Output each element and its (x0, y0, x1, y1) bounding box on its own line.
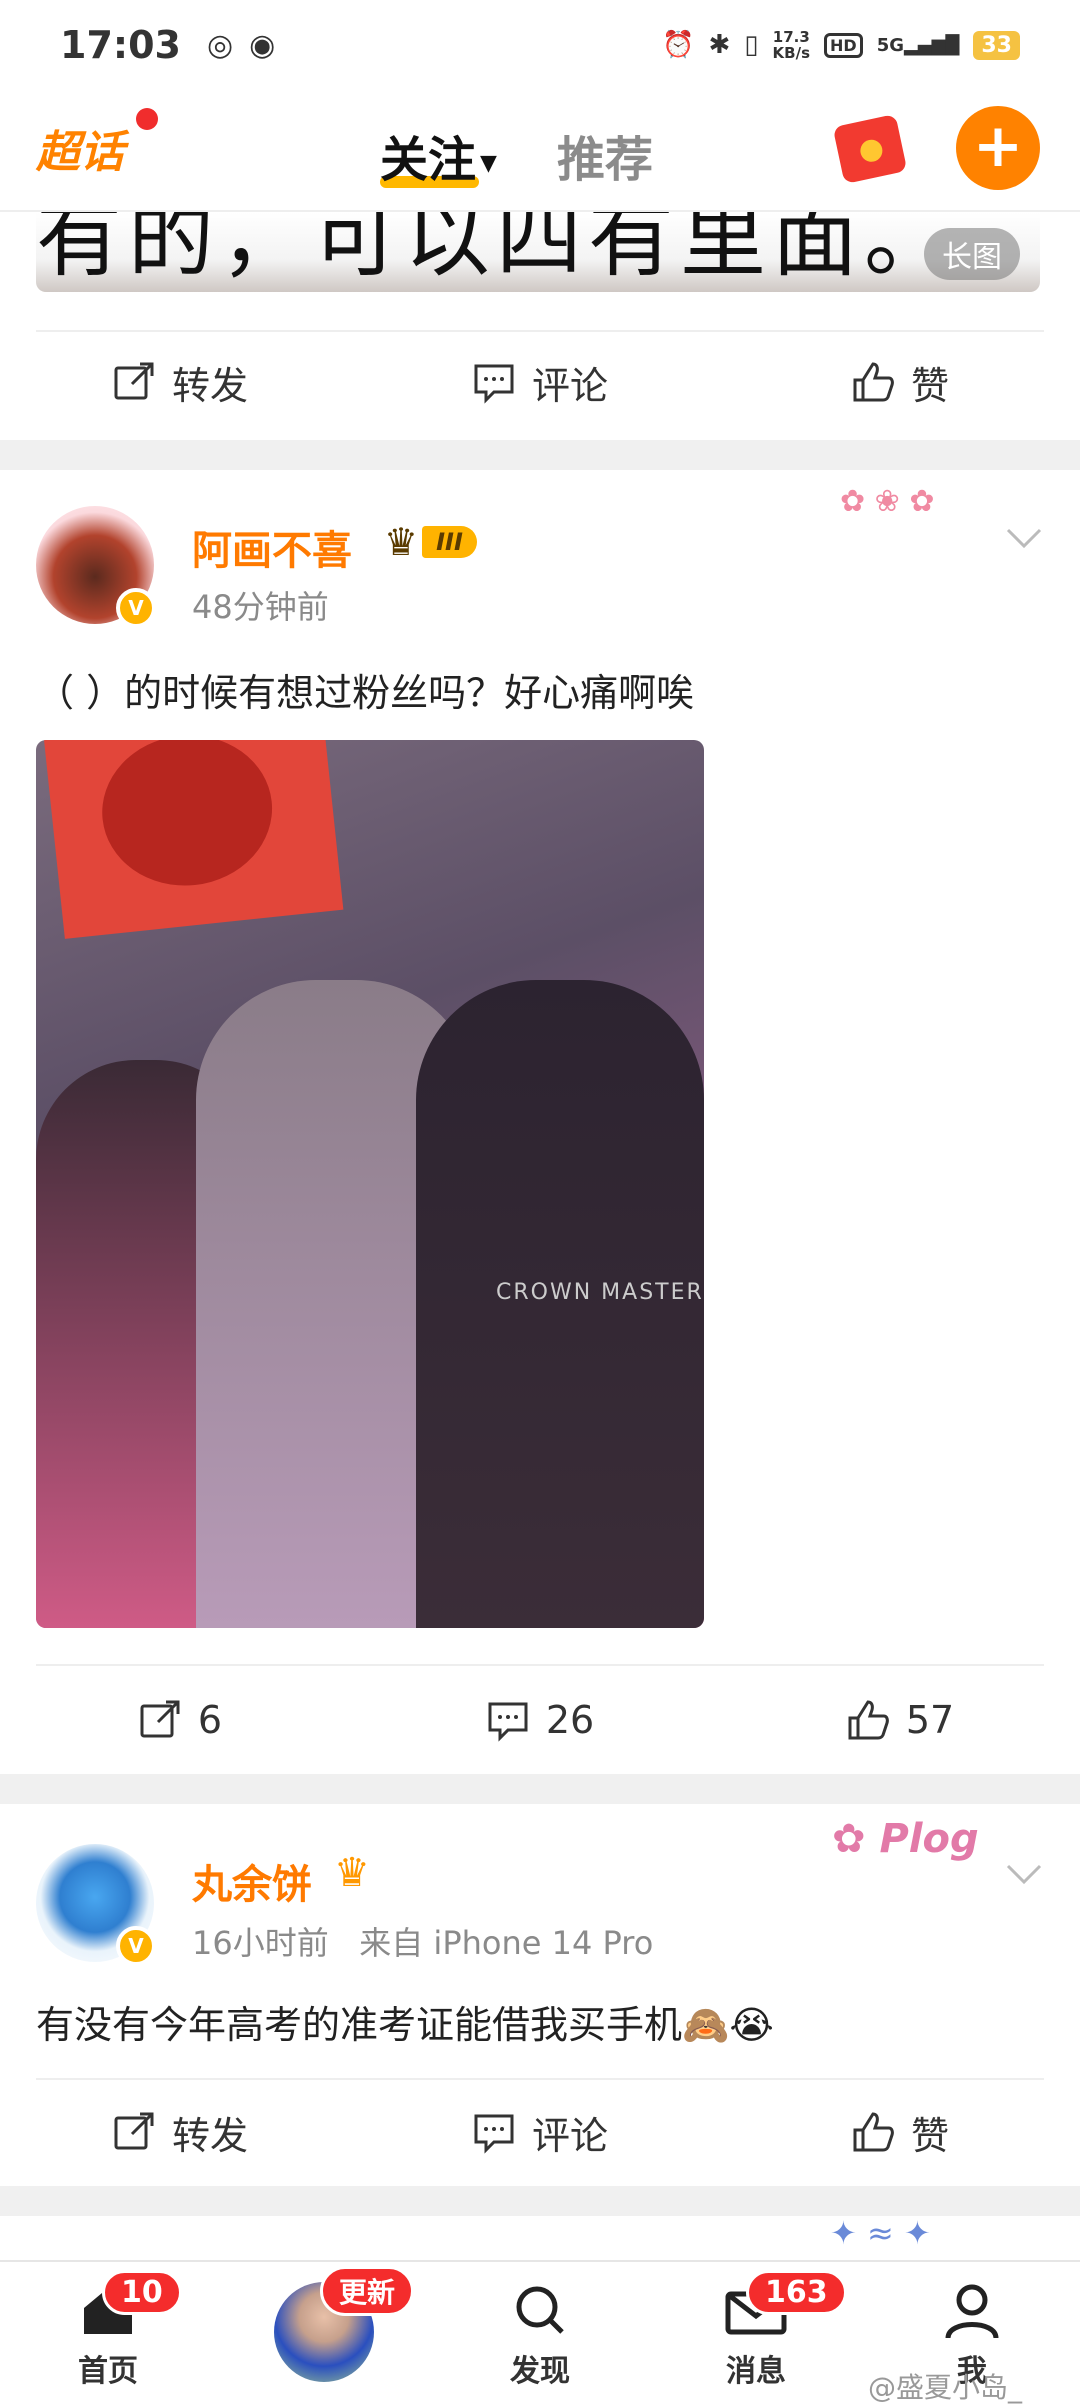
plog-sticker: ✿ Plog (832, 1816, 979, 1862)
comment-icon (474, 364, 514, 404)
verified-badge: V (116, 1926, 156, 1966)
status-bar: 17:03 ◎ ◉ ⏰ ✱ ▯ 17.3 KB/s HD 5G▂▄▆█ 33 (0, 0, 1080, 90)
thumbs-up-icon (853, 362, 894, 402)
status-time: 17:03 (60, 23, 181, 67)
post-text: （ ）的时候有想过粉丝吗？好心痛啊唉 (36, 671, 695, 715)
repost-count: 6 (197, 1698, 223, 1742)
prev-post-actions: 转发 评论 赞 (0, 332, 1080, 432)
vibrate-icon: ▯ (744, 30, 759, 60)
post-source: 来自 iPhone 14 Pro (359, 1924, 654, 1962)
crown-icon: ♛ (334, 1850, 370, 1896)
comment-button[interactable]: 评论 (360, 2082, 720, 2182)
net-speed: 17.3 KB/s (772, 28, 811, 62)
post-time: 16小时前 来自 iPhone 14 Pro (192, 1924, 654, 1962)
comment-button[interactable]: 26 (360, 1670, 720, 1770)
chaohua-button[interactable]: 超话 (36, 116, 124, 180)
chevron-down-icon[interactable] (1004, 1854, 1044, 1894)
status-left-icons: ◎ ◉ (207, 28, 275, 63)
repost-button[interactable]: 转发 (0, 2082, 360, 2182)
post-photo[interactable]: CROWN MASTER (36, 740, 704, 1628)
post-time: 48分钟前 (192, 588, 329, 626)
update-badge: 更新 (320, 2266, 415, 2316)
search-icon (516, 2286, 564, 2334)
weibo-icon: ◎ (206, 27, 234, 63)
caret-down-icon: ▼ (480, 150, 497, 176)
nav-avatar-update[interactable]: 更新 (216, 2262, 432, 2408)
repost-icon (114, 2112, 154, 2150)
watermark: @盛夏小岛_ (868, 2371, 1023, 2404)
hd-badge: HD (824, 32, 863, 58)
tab-recommend[interactable]: 推荐 (557, 120, 653, 190)
prev-post: 有的，可以四有里面。 长图 转发 评论 赞 (0, 212, 1080, 442)
wall-art (44, 740, 344, 939)
bluetooth-icon: ✱ (708, 30, 731, 60)
battery-indicator: 33 (973, 30, 1020, 60)
messages-badge: 163 (746, 2270, 847, 2315)
like-count: 57 (905, 1698, 955, 1742)
nav-home[interactable]: 首页 10 (0, 2262, 216, 2408)
post2-actions: 转发 评论 赞 (0, 2082, 1080, 2182)
chevron-down-icon[interactable] (1004, 518, 1044, 558)
weibo-icon: ◉ (249, 27, 276, 63)
home-badge: 10 (102, 2270, 182, 2315)
prev-image-text: 有的，可以四有里面。 (36, 212, 956, 289)
username[interactable]: 阿画不喜 (192, 518, 352, 576)
prev-post-image[interactable]: 有的，可以四有里面。 (36, 212, 1040, 292)
signal-icon: 5G▂▄▆█ (876, 34, 960, 56)
username[interactable]: 丸余饼 (192, 1852, 312, 1910)
notification-dot (136, 108, 158, 130)
repost-button[interactable]: 转发 (0, 332, 360, 432)
like-button[interactable]: 赞 (720, 332, 1080, 432)
compose-button[interactable]: + (956, 106, 1040, 190)
divider (36, 2078, 1044, 2080)
decor-sticker-icon: ✦ ≈ ✦ (830, 2214, 931, 2252)
section-gap (0, 2186, 1080, 2216)
thumbs-up-icon (848, 1700, 889, 1740)
nav-messages[interactable]: 消息 163 (648, 2262, 864, 2408)
post1-actions: 6 26 57 (0, 1670, 1080, 1770)
shirt-text: CROWN MASTER (496, 1280, 704, 1305)
thumbs-up-icon (853, 2112, 894, 2152)
like-button[interactable]: 赞 (720, 2082, 1080, 2182)
nav-discover[interactable]: 发现 (432, 2262, 648, 2408)
red-packet-icon[interactable] (832, 113, 908, 185)
feed-tabs: 关注 ▼ 推荐 (380, 120, 653, 190)
section-gap (0, 1774, 1080, 1804)
comment-icon (474, 2114, 514, 2154)
section-gap (0, 440, 1080, 470)
repost-button[interactable]: 6 (0, 1670, 360, 1770)
tab-follow[interactable]: 关注 ▼ (380, 120, 497, 190)
repost-icon (140, 1700, 180, 1738)
alarm-icon: ⏰ (662, 30, 695, 60)
crown-icon: ♛ (384, 520, 419, 564)
decor-sticker-icon: ✿ ❀ ✿ (840, 484, 935, 519)
status-right: ⏰ ✱ ▯ 17.3 KB/s HD 5G▂▄▆█ 33 (662, 29, 1020, 61)
long-image-badge: 长图 (924, 228, 1020, 280)
comment-button[interactable]: 评论 (360, 332, 720, 432)
post-text: 有没有今年高考的准考证能借我买手机🙈😭 (36, 2003, 774, 2047)
comment-count: 26 (545, 1698, 595, 1742)
comment-icon (488, 1702, 528, 1742)
profile-icon (945, 2284, 999, 2339)
like-button[interactable]: 57 (720, 1670, 1080, 1770)
divider (36, 1664, 1044, 1666)
top-nav: 超话 关注 ▼ 推荐 + (0, 90, 1080, 212)
level-badge: ♛ III (384, 520, 477, 564)
verified-badge: V (116, 588, 156, 628)
repost-icon (114, 362, 154, 400)
